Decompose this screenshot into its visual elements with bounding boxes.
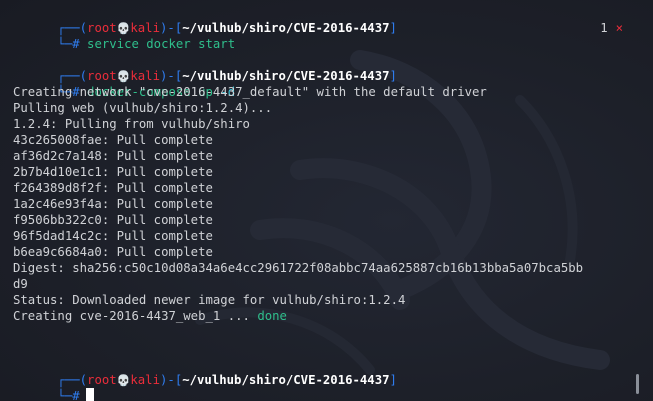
output-line: af36d2c7a148: Pull complete — [13, 149, 213, 163]
error-x-icon: × — [615, 21, 623, 35]
prompt-line-command: └─# docker-compose up -d — [57, 85, 236, 99]
output-line: 43c265008fae: Pull complete — [13, 133, 213, 147]
prompt-line-top: ┌──(root💀kali)-[~/vulhub/shiro/CVE-2016-… — [57, 21, 397, 35]
output-line: 1a2c46e93f4a: Pull complete — [13, 197, 213, 211]
prompt-line-input[interactable]: └─# — [13, 372, 645, 401]
prompt-line-command: └─# service docker start 1 × — [13, 20, 645, 51]
command-text: service docker start — [87, 37, 236, 51]
terminal-output: ┌──(root💀kali)-[~/vulhub/shiro/CVE-2016-… — [13, 4, 645, 401]
done-status: done — [257, 309, 287, 323]
output-line: f264389d8f2f: Pull complete — [13, 181, 213, 195]
output-line: Creating network "cve-2016-4437_default"… — [13, 85, 487, 99]
output-line: Pulling web (vulhub/shiro:1.2.4)... — [13, 101, 273, 115]
prompt-line-top: ┌──(root💀kali)-[~/vulhub/shiro/CVE-2016-… — [57, 69, 397, 83]
output-line: Digest: sha256:c50c10d08a34a6e4cc2961722… — [13, 261, 584, 275]
output-line-final: Creating cve-2016-4437_web_1 ... done — [13, 309, 287, 323]
prompt-line-top: ┌──(root💀kali)-[~/vulhub/shiro/CVE-2016-… — [57, 373, 397, 387]
output-line: f9506bb322c0: Pull complete — [13, 213, 213, 227]
output-line: d9 — [13, 277, 28, 291]
terminal-window[interactable]: ┌──(root💀kali)-[~/vulhub/shiro/CVE-2016-… — [0, 0, 653, 401]
output-line: b6ea9c6684a0: Pull complete — [13, 245, 213, 259]
text-cursor[interactable] — [85, 388, 94, 401]
exit-status: 1 × — [600, 20, 623, 36]
exit-code: 1 — [600, 21, 608, 35]
prompt-hash: # — [72, 37, 80, 51]
output-line: Status: Downloaded newer image for vulhu… — [13, 293, 406, 307]
prompt-corner-bottom: └─ — [57, 37, 73, 51]
output-line: 1.2.4: Pulling from vulhub/shiro — [13, 117, 250, 131]
output-line: 96f5dad14c2c: Pull complete — [13, 229, 213, 243]
scrollbar-thumb[interactable] — [636, 374, 639, 394]
output-line: 2b7b4d10e1c1: Pull complete — [13, 165, 213, 179]
